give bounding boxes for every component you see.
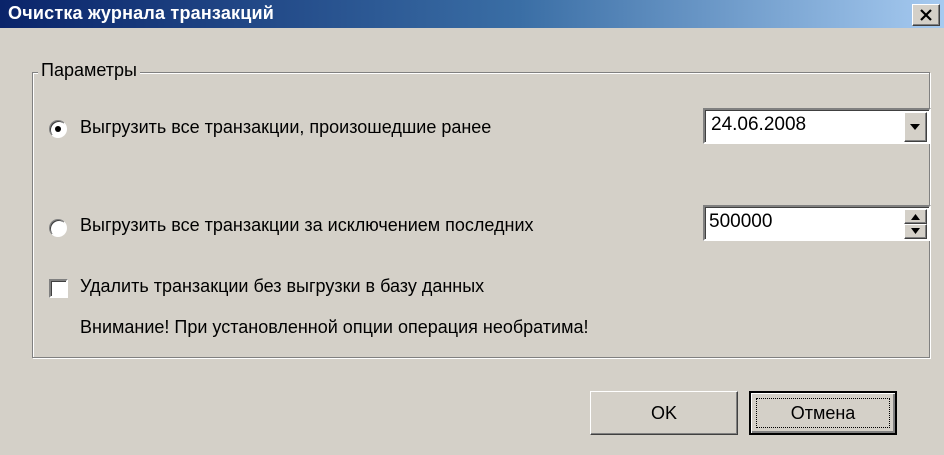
dialog-window: Очистка журнала транзакций Параметры Выг… [0,0,944,455]
count-value: 500000 [709,211,773,232]
radio-before-date-label[interactable]: Выгрузить все транзакции, произошедшие р… [80,117,491,138]
date-combobox[interactable]: 24.06.2008 [703,108,931,144]
count-spinbox[interactable]: 500000 [703,205,931,241]
delete-without-export-label[interactable]: Удалить транзакции без выгрузки в базу д… [80,276,484,297]
cancel-button[interactable]: Отмена [749,391,897,435]
title-bar[interactable]: Очистка журнала транзакций [0,0,944,28]
parameters-group-label: Параметры [38,60,140,81]
dialog-title: Очистка журнала транзакций [8,3,275,23]
date-value: 24.06.2008 [711,114,807,135]
warning-text: Внимание! При установленной опции операц… [80,317,589,337]
focus-indicator [756,398,890,428]
ok-button[interactable]: OK [590,391,738,435]
chevron-down-icon [910,124,920,130]
arrow-down-icon [911,228,920,234]
arrow-up-icon [911,214,920,220]
close-button[interactable] [912,4,940,26]
spin-down-button[interactable] [904,224,927,239]
close-icon [920,9,932,21]
date-dropdown-button[interactable] [904,112,927,142]
radio-except-last-label[interactable]: Выгрузить все транзакции за исключением … [80,215,534,236]
delete-without-export-checkbox[interactable] [49,279,68,298]
radio-before-date[interactable] [49,120,67,138]
spin-up-button[interactable] [904,209,927,224]
radio-except-last[interactable] [49,219,67,237]
radio-selected-dot [55,126,61,132]
